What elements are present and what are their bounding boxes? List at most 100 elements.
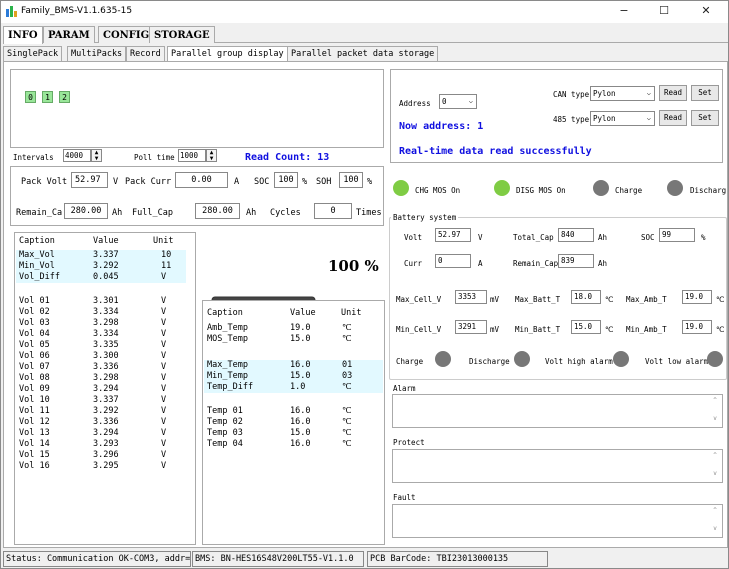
group-button-2[interactable]: 2 <box>59 91 70 103</box>
group-button-1[interactable]: 1 <box>42 91 53 103</box>
table-row: Max_Vol 3.337 10 <box>16 250 186 261</box>
tab-record[interactable]: Record <box>126 46 165 62</box>
caption-cell: Vol 10 <box>19 395 50 405</box>
battery-system-title: Battery system <box>391 213 459 222</box>
caption-cell: Vol 13 <box>19 428 50 438</box>
minimize-button[interactable]: − <box>604 2 644 22</box>
unit-cell: V <box>161 296 167 306</box>
can-type-select[interactable]: Pylon ⌵ <box>590 86 655 101</box>
table-row: Vol 13 3.294 V <box>16 428 186 439</box>
header-value: Value <box>93 236 119 246</box>
tab-storage[interactable]: STORAGE <box>149 26 215 43</box>
pack-curr-unit: A <box>234 177 240 187</box>
unit-cell: ℃ <box>342 323 352 333</box>
title-bar: Family_BMS-V1.1.635-15 − ☐ ✕ <box>1 1 728 23</box>
can-set-button[interactable]: Set <box>691 85 719 101</box>
temperature-table: Caption Value Unit Amb_Temp 19.0 ℃ MOS_Temp… <box>202 300 385 545</box>
table-row: Vol 11 3.292 V <box>16 406 186 417</box>
tab-parallel-packet-data-storage[interactable]: Parallel packet data storage <box>287 46 439 62</box>
table-row: MOS_Temp 15.0 ℃ <box>204 334 383 345</box>
app-window: Family_BMS-V1.1.635-15 − ☐ ✕ INFO PARAM … <box>0 0 729 569</box>
poll-time-spinner[interactable]: ▲ ▼ <box>206 149 217 162</box>
tab-parallel-group-display[interactable]: Parallel group display <box>167 46 288 62</box>
pack-volt-label: Pack Volt <box>21 177 68 187</box>
unit-cell: V <box>161 272 167 282</box>
rs485-read-button[interactable]: Read <box>659 110 687 126</box>
pack-curr-label: Pack Curr <box>125 177 172 187</box>
sys-remain-cap-label: Remain_Cap <box>513 259 559 268</box>
now-address: Now address: 1 <box>399 121 484 132</box>
status-bms-version: BMS: BN-HES16S48V200LT55-V1.1.0 <box>192 551 364 567</box>
table-row: Vol 14 3.293 V <box>16 439 186 450</box>
intervals-spinner[interactable]: ▲ ▼ <box>91 149 102 162</box>
caption-cell: Vol 07 <box>19 362 50 372</box>
max-amb-t-value: 19.0 <box>682 290 712 304</box>
protect-textarea[interactable]: ^ v <box>392 449 723 483</box>
tab-multi-packs[interactable]: MultiPacks <box>67 46 127 62</box>
remain-cap-label: Remain_Ca <box>16 208 63 218</box>
fault-label: Fault <box>393 493 416 502</box>
value-cell: 3.337 <box>93 250 119 260</box>
close-button[interactable]: ✕ <box>686 2 726 22</box>
tab-single-pack[interactable]: SinglePack <box>3 46 63 62</box>
value-cell: 3.294 <box>93 428 119 438</box>
min-batt-t-unit: ℃ <box>605 325 614 334</box>
pack-soh-unit: % <box>367 177 373 187</box>
rs485-type-select[interactable]: Pylon ⌵ <box>590 111 655 126</box>
caption-cell: Vol 09 <box>19 384 50 394</box>
caption-cell: Vol 12 <box>19 417 50 427</box>
scroll-up-icon[interactable]: ^ <box>709 452 721 459</box>
unit-cell: V <box>161 351 167 361</box>
cycles-value: 0 <box>314 203 352 219</box>
max-amb-t-label: Max_Amb_T <box>626 295 667 304</box>
scroll-up-icon[interactable]: ^ <box>709 507 721 514</box>
tab-info[interactable]: INFO <box>3 26 43 44</box>
fault-textarea[interactable]: ^ v <box>392 504 723 538</box>
poll-time-input[interactable]: 1000 <box>178 149 206 162</box>
app-icon <box>6 6 17 17</box>
min-batt-t-value: 15.0 <box>571 320 601 334</box>
caption-cell: Vol 16 <box>19 461 50 471</box>
table-row: Temp_Diff 1.0 ℃ <box>204 382 383 393</box>
unit-cell: V <box>161 428 167 438</box>
can-type-label: CAN type <box>553 90 590 99</box>
unit-cell: ℃ <box>342 406 352 416</box>
address-select[interactable]: 0 ⌵ <box>439 94 477 109</box>
unit-cell: ℃ <box>342 428 352 438</box>
min-amb-t-value: 19.0 <box>682 320 712 334</box>
scroll-up-icon[interactable]: ^ <box>709 397 721 404</box>
group-button-0[interactable]: 0 <box>25 91 36 103</box>
max-amb-t-unit: ℃ <box>716 295 725 304</box>
value-cell: 3.336 <box>93 362 119 372</box>
unit-cell: V <box>161 318 167 328</box>
value-cell: 3.294 <box>93 384 119 394</box>
can-read-button[interactable]: Read <box>659 85 687 101</box>
intervals-input[interactable]: 4000 <box>63 149 91 162</box>
value-cell: 3.334 <box>93 307 119 317</box>
caption-cell: Max_Vol <box>19 250 55 260</box>
value-cell: 3.301 <box>93 296 119 306</box>
header-caption: Caption <box>19 236 55 246</box>
address-label: Address <box>399 99 431 108</box>
rs485-set-button[interactable]: Set <box>691 110 719 126</box>
remain-cap-unit: Ah <box>112 208 123 218</box>
table-row: Amb_Temp 19.0 ℃ <box>204 323 383 334</box>
alarm-textarea[interactable]: ^ v <box>392 394 723 428</box>
scroll-down-icon[interactable]: v <box>709 525 721 532</box>
value-cell: 16.0 <box>290 360 311 370</box>
maximize-button[interactable]: ☐ <box>644 2 684 22</box>
caption-cell: Min_Vol <box>19 261 55 271</box>
header-unit: Unit <box>153 236 174 246</box>
tab-config[interactable]: CONFIG <box>98 26 155 43</box>
address-panel: Address 0 ⌵ Now address: 1 Real-time data… <box>390 69 723 163</box>
scroll-down-icon[interactable]: v <box>709 415 721 422</box>
header-unit: Unit <box>341 308 362 318</box>
scroll-down-icon[interactable]: v <box>709 470 721 477</box>
discharge-led <box>667 180 683 196</box>
caption-cell: Temp 01 <box>207 406 243 416</box>
sys-volt-value: 52.97 <box>435 228 471 242</box>
unit-cell: V <box>161 406 167 416</box>
cell-voltage-table: Caption Value Unit Max_Vol 3.337 10 Min_Vol… <box>14 232 196 545</box>
tab-param[interactable]: PARAM <box>43 26 95 43</box>
pack-volt-unit: V <box>113 177 119 187</box>
